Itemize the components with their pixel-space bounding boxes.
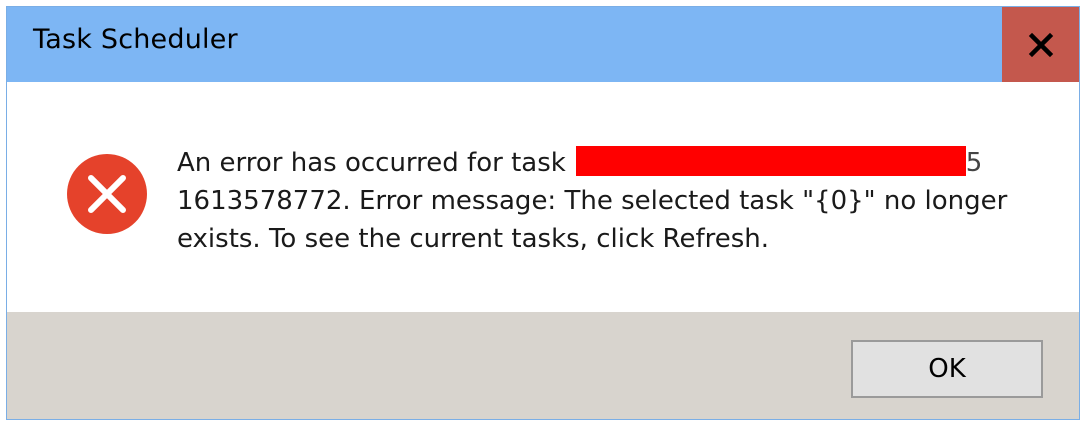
button-bar: OK <box>7 312 1079 419</box>
close-button[interactable] <box>1002 7 1079 82</box>
message-line-2: 1613578772. Error message: The selected … <box>177 186 1008 216</box>
error-icon <box>67 154 147 234</box>
message-line-1: An error has occurred for task 5 <box>177 144 1037 182</box>
message-area: An error has occurred for task 5 16135787… <box>7 82 1079 312</box>
ok-button[interactable]: OK <box>851 340 1043 398</box>
window-title: Task Scheduler <box>33 24 238 55</box>
redaction-bar <box>575 146 966 176</box>
title-bar[interactable]: Task Scheduler <box>7 7 1079 82</box>
error-dialog: Task Scheduler An error has occurred for… <box>6 6 1080 420</box>
message-prefix: An error has occurred for task <box>177 148 566 178</box>
redacted-tail: 5 <box>965 148 983 178</box>
close-icon <box>1028 32 1053 57</box>
message-line-3: exists. To see the current tasks, click … <box>177 224 770 254</box>
error-message: An error has occurred for task 5 16135787… <box>177 144 1037 258</box>
